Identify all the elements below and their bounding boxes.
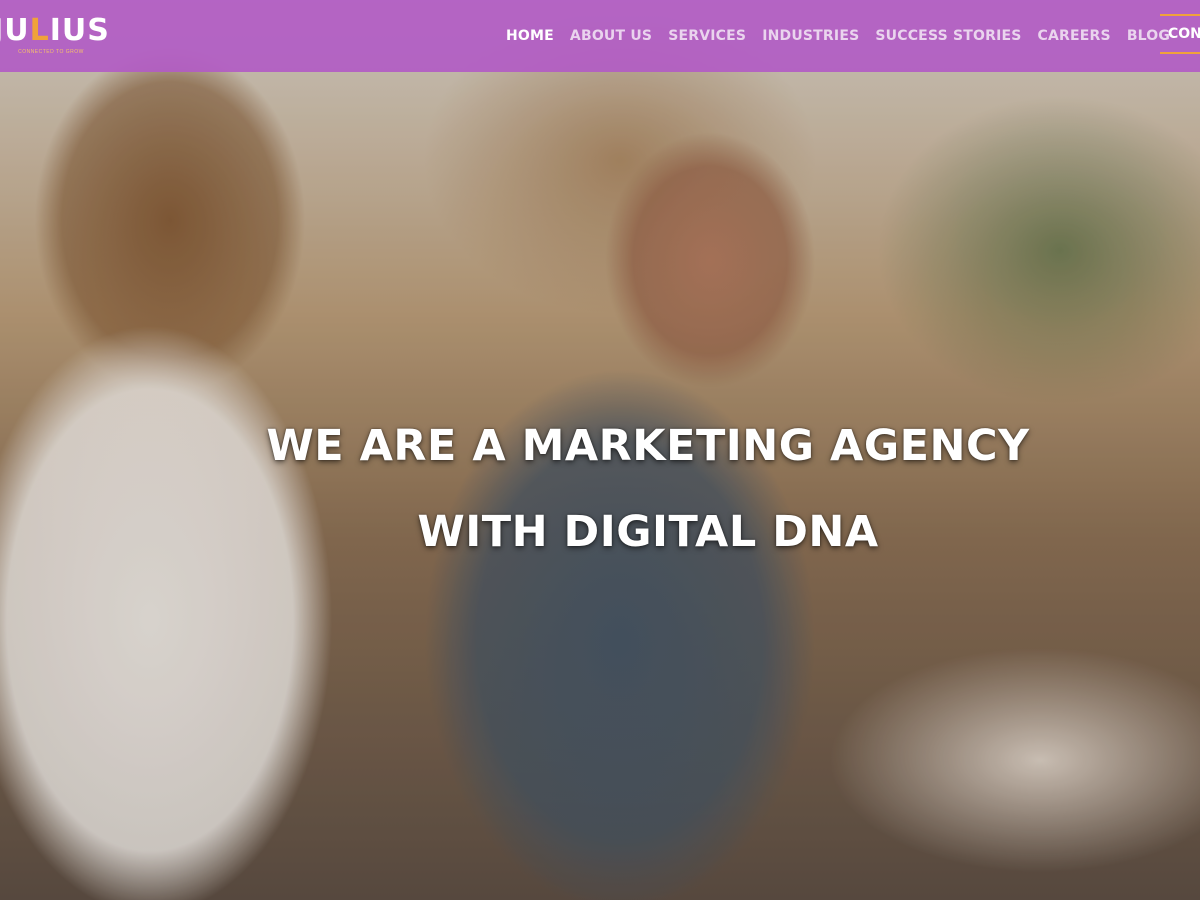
nav-item-home[interactable]: HOME: [498, 28, 562, 44]
logo-text-right: IUS: [49, 12, 110, 48]
site-logo[interactable]: JULIUS Connected to grow: [0, 10, 109, 60]
nav-item-about-us[interactable]: ABOUT US: [562, 28, 660, 44]
site-header: JULIUS Connected to grow HOME ABOUT US S…: [0, 0, 1200, 72]
homepage: JULIUS Connected to grow HOME ABOUT US S…: [0, 0, 1200, 900]
nav-item-industries[interactable]: INDUSTRIES: [754, 28, 867, 44]
nav-item-services[interactable]: SERVICES: [660, 28, 754, 44]
hero-headline-line-2: WITH DIGITAL DNA: [417, 507, 879, 558]
main-navigation: HOME ABOUT US SERVICES INDUSTRIES SUCCES…: [498, 0, 1178, 72]
logo-mark: JULIUS: [0, 12, 110, 48]
logo-tagline: Connected to grow: [18, 48, 84, 55]
logo-text-accent: L: [29, 12, 50, 48]
hero-headline-line-1: WE ARE A MARKETING AGENCY: [266, 421, 1030, 472]
logo-text-left: JU: [0, 12, 30, 48]
nav-item-success-stories[interactable]: SUCCESS STORIES: [867, 28, 1029, 44]
nav-contact-button[interactable]: CON: [1160, 14, 1200, 54]
nav-item-careers[interactable]: CAREERS: [1030, 28, 1119, 44]
